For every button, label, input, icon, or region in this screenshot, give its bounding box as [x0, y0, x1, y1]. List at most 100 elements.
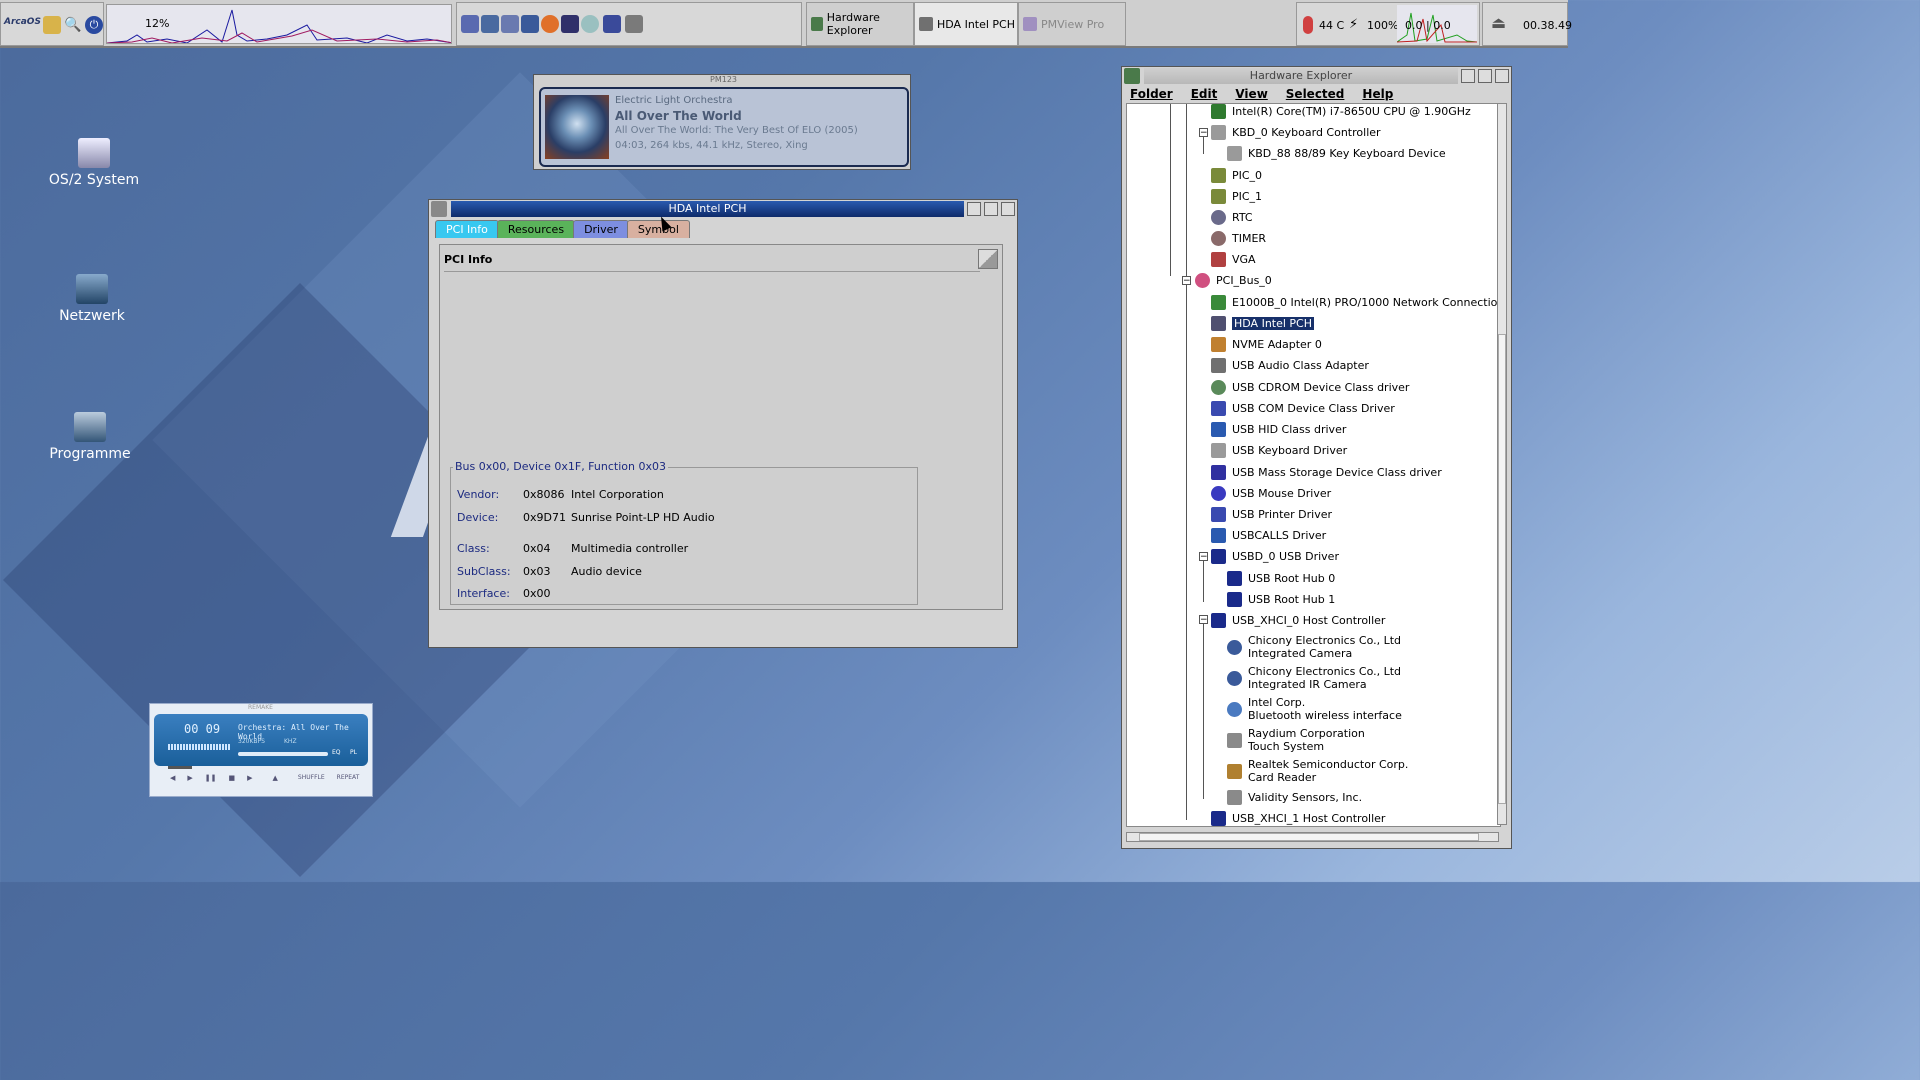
tree-item-validity[interactable]: Validity Sensors, Inc.	[1227, 790, 1362, 805]
task-hardware-explorer[interactable]: Hardware Explorer	[806, 2, 914, 46]
pause-icon[interactable]: ❚❚	[205, 774, 217, 782]
eject-icon[interactable]: ⏏	[1491, 13, 1506, 32]
scroll-thumb[interactable]	[1498, 334, 1506, 804]
tree-item-kbd88[interactable]: KBD_88 88/89 Key Keyboard Device	[1227, 146, 1446, 161]
media-icon[interactable]	[561, 15, 579, 33]
tab-driver[interactable]: Driver	[573, 220, 629, 238]
minimize-button[interactable]	[1461, 69, 1475, 83]
media-player-widget[interactable]: REMAKE 00 09 Orchestra: All Over The Wor…	[149, 703, 373, 797]
tree-item-pci-bus[interactable]: PCI_Bus_0	[1195, 273, 1272, 288]
hda-titlebar[interactable]: HDA Intel PCH	[429, 200, 1017, 218]
window-list-icon[interactable]	[501, 15, 519, 33]
desktop-icon-os2-system[interactable]: OS/2 System	[44, 138, 144, 188]
tree-item-label: USB Root Hub 0	[1248, 572, 1336, 585]
tree-item-usb-printer[interactable]: USB Printer Driver	[1211, 507, 1332, 522]
menu-help[interactable]: Help	[1362, 87, 1393, 101]
arcaos-logo[interactable]: ArcaOS	[4, 17, 41, 27]
firefox-icon[interactable]	[541, 15, 559, 33]
task-pmview-pro[interactable]: PMView Pro	[1018, 2, 1126, 46]
hardware-explorer-window[interactable]: Hardware Explorer Folder Edit View Selec…	[1121, 66, 1512, 849]
tree-item-usbcalls[interactable]: USBCALLS Driver	[1211, 528, 1326, 543]
stop-icon[interactable]: ■	[229, 774, 236, 782]
seek-bar[interactable]	[168, 766, 192, 769]
volume-slider[interactable]	[238, 752, 328, 756]
restore-button[interactable]	[1478, 69, 1492, 83]
tree-item-usb-mouse[interactable]: USB Mouse Driver	[1211, 486, 1331, 501]
folder-tree-icon[interactable]	[461, 15, 479, 33]
collapse-icon[interactable]: −	[1182, 276, 1191, 286]
tree-item-touch[interactable]: Raydium Corporation Touch System	[1227, 727, 1365, 753]
task-hda-intel-pch[interactable]: HDA Intel PCH	[914, 2, 1018, 46]
desktop-icon-netzwerk[interactable]: Netzwerk	[42, 274, 142, 324]
collapse-icon[interactable]: −	[1199, 128, 1208, 138]
tree-item-bluetooth[interactable]: Intel Corp. Bluetooth wireless interface	[1227, 696, 1402, 722]
prev-icon[interactable]: ◀	[170, 774, 175, 782]
menu-selected[interactable]: Selected	[1286, 87, 1345, 101]
menu-view[interactable]: View	[1235, 87, 1267, 101]
play-icon[interactable]: ▶	[187, 774, 192, 782]
minimize-button[interactable]	[967, 202, 981, 216]
tree-item-e1000[interactable]: E1000B_0 Intel(R) PRO/1000 Network Conne…	[1211, 295, 1500, 310]
tab-resources[interactable]: Resources	[496, 220, 576, 238]
tree-item-usb-audio[interactable]: USB Audio Class Adapter	[1211, 358, 1369, 373]
tree-item-usb-com[interactable]: USB COM Device Class Driver	[1211, 401, 1395, 416]
speaker-icon[interactable]	[431, 201, 447, 217]
hardware-explorer-icon[interactable]	[625, 15, 643, 33]
tree-item-card-reader[interactable]: Realtek Semiconductor Corp. Card Reader	[1227, 758, 1408, 784]
tree-item-usb-cdrom[interactable]: USB CDROM Device Class driver	[1211, 380, 1409, 395]
hardware-explorer-title-icon[interactable]	[1124, 68, 1140, 84]
tree-item-timer[interactable]: TIMER	[1211, 231, 1266, 246]
touch-icon	[1227, 732, 1242, 748]
tree-item-usb-hid[interactable]: USB HID Class driver	[1211, 422, 1346, 437]
shuffle-button[interactable]: SHUFFLE	[298, 774, 325, 782]
menu-edit[interactable]: Edit	[1191, 87, 1218, 101]
pl-button[interactable]: PL	[350, 749, 357, 756]
monitor-icon[interactable]	[521, 15, 539, 33]
tree-item-vga[interactable]: VGA	[1211, 252, 1256, 267]
tree-item-root-hub-1[interactable]: USB Root Hub 1	[1227, 592, 1335, 607]
search-icon[interactable]: 🔍	[64, 16, 82, 34]
next-icon[interactable]: ▶	[247, 774, 252, 782]
maximize-button[interactable]	[1001, 202, 1015, 216]
tree-item-usbd0[interactable]: USBD_0 USB Driver	[1211, 549, 1339, 564]
eq-button[interactable]: EQ	[332, 749, 341, 756]
drives-icon[interactable]	[481, 15, 499, 33]
lock-icon[interactable]	[43, 16, 61, 34]
vertical-scrollbar[interactable]	[1497, 103, 1507, 825]
tree-item-pic1[interactable]: PIC_1	[1211, 189, 1262, 204]
hda-intel-pch-window[interactable]: HDA Intel PCH PCI Info Resources Driver …	[428, 199, 1018, 648]
maximize-button[interactable]	[1495, 69, 1509, 83]
tree-item-ir-camera[interactable]: Chicony Electronics Co., Ltd Integrated I…	[1227, 665, 1401, 691]
display-settings-icon[interactable]	[603, 15, 621, 33]
horizontal-scrollbar[interactable]	[1126, 832, 1499, 842]
tree-item-cpu[interactable]: Intel(R) Core(TM) i7-8650U CPU @ 1.90GHz	[1211, 104, 1471, 119]
page-corner-icon[interactable]	[978, 249, 998, 269]
tree-item-rtc[interactable]: RTC	[1211, 210, 1253, 225]
desktop-icon-programme[interactable]: Programme	[40, 412, 140, 462]
pm123-icon[interactable]	[581, 15, 599, 33]
hda-title-area[interactable]: HDA Intel PCH	[451, 201, 964, 217]
repeat-button[interactable]: REPEAT	[337, 774, 360, 782]
tree-item-pic0[interactable]: PIC_0	[1211, 168, 1262, 183]
he-title-area[interactable]: Hardware Explorer	[1144, 68, 1458, 84]
scroll-thumb[interactable]	[1139, 833, 1479, 841]
tree-item-xhci0[interactable]: USB_XHCI_0 Host Controller	[1211, 613, 1385, 628]
tree-item-usb-mass-storage[interactable]: USB Mass Storage Device Class driver	[1211, 465, 1442, 480]
tree-item-usb-keyboard[interactable]: USB Keyboard Driver	[1211, 443, 1347, 458]
collapse-icon[interactable]: −	[1199, 552, 1208, 562]
tree-item-camera[interactable]: Chicony Electronics Co., Ltd Integrated C…	[1227, 634, 1401, 660]
power-icon[interactable]: ⏻	[85, 16, 103, 34]
tree-item-hda[interactable]: HDA Intel PCH	[1211, 316, 1315, 331]
fingerprint-icon	[1227, 790, 1242, 805]
tab-pci-info[interactable]: PCI Info	[435, 220, 499, 238]
tree-item-kbd0[interactable]: KBD_0 Keyboard Controller	[1211, 125, 1381, 140]
eject-small-icon[interactable]: ▲	[273, 774, 278, 782]
tree-item-root-hub-0[interactable]: USB Root Hub 0	[1227, 571, 1335, 586]
tree-item-xhci1[interactable]: USB_XHCI_1 Host Controller	[1211, 811, 1385, 826]
pm123-window[interactable]: PM123 Electric Light Orchestra All Over …	[533, 74, 911, 170]
tree-item-nvme[interactable]: NVME Adapter 0	[1211, 337, 1322, 352]
restore-button[interactable]	[984, 202, 998, 216]
he-titlebar[interactable]: Hardware Explorer	[1122, 67, 1511, 85]
collapse-icon[interactable]: −	[1199, 615, 1208, 625]
menu-folder[interactable]: Folder	[1130, 87, 1173, 101]
